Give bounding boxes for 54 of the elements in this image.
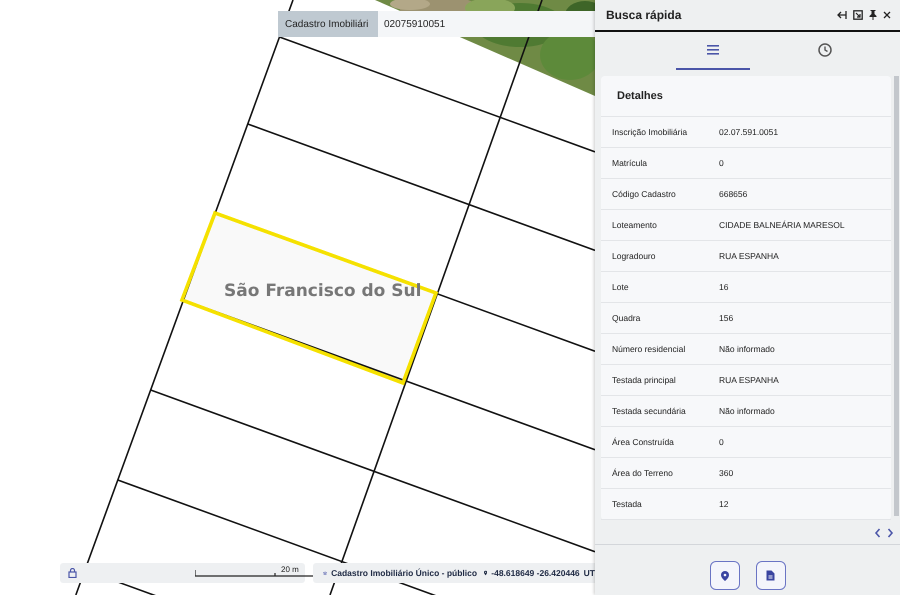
previous-button[interactable] [874,528,881,538]
field-value: CIDADE BALNEÁRIA MARESOL [719,220,845,230]
field-label: Inscrição Imobiliária [611,127,688,137]
field-value: 668656 [719,189,748,199]
location-pin-icon [484,568,488,578]
arrow-to-bar-icon [836,10,847,20]
popout-button[interactable] [850,10,866,20]
field-value: 156 [719,313,734,323]
locate-button[interactable] [710,561,740,590]
field-value: 0 [719,437,724,447]
clock-icon [818,43,832,57]
chevron-right-icon [887,528,894,538]
layer-name: Cadastro Imobiliário Único - público [331,568,478,578]
field-label: Matrícula [611,158,648,168]
section-title: Detalhes [617,90,663,102]
field-value: 02.07.591.0051 [719,127,778,137]
field-value: Não informado [719,406,775,416]
layer-dropdown[interactable]: Cadastro Imobiliári [278,11,378,37]
close-icon [883,11,891,19]
field-value: 360 [719,468,734,478]
field-label: Testada secundária [611,406,687,416]
map-label: São Francisco do Sul [224,281,422,301]
search-field[interactable]: 02075910051 [378,11,595,37]
menu-icon [707,45,719,55]
field-value: Não informado [719,344,775,354]
field-label: Código Cadastro [611,189,677,199]
field-value: 12 [719,499,728,509]
window-icon [853,10,863,20]
field-label: Número residencial [611,344,686,354]
layers-icon [323,568,328,578]
location-pin-icon [720,570,728,580]
panel-title: Busca rápida [606,8,682,22]
field-label: Quadra [611,313,642,323]
chevron-left-icon [874,528,881,538]
field-label: Loteamento [611,220,658,230]
report-button[interactable] [756,561,786,590]
coordinates: -48.618649 -26.420446 [491,568,580,578]
field-value: RUA ESPANHA [719,375,779,385]
field-label: Testada principal [611,375,677,385]
field-value: 0 [719,158,724,168]
scale-label: 20 m [281,565,299,574]
field-label: Lote [611,282,630,292]
field-label: Área Construída [611,437,675,447]
document-icon [766,570,775,581]
field-label: Testada [611,499,643,509]
scrollbar[interactable] [894,76,899,516]
field-label: Área do Terreno [611,468,674,478]
next-button[interactable] [887,528,894,538]
field-label: Logradouro [611,251,656,261]
pin-icon [869,10,877,20]
lock-icon [68,568,77,578]
field-value: RUA ESPANHA [719,251,779,261]
projection: UT [584,568,595,578]
field-value: 16 [719,282,728,292]
